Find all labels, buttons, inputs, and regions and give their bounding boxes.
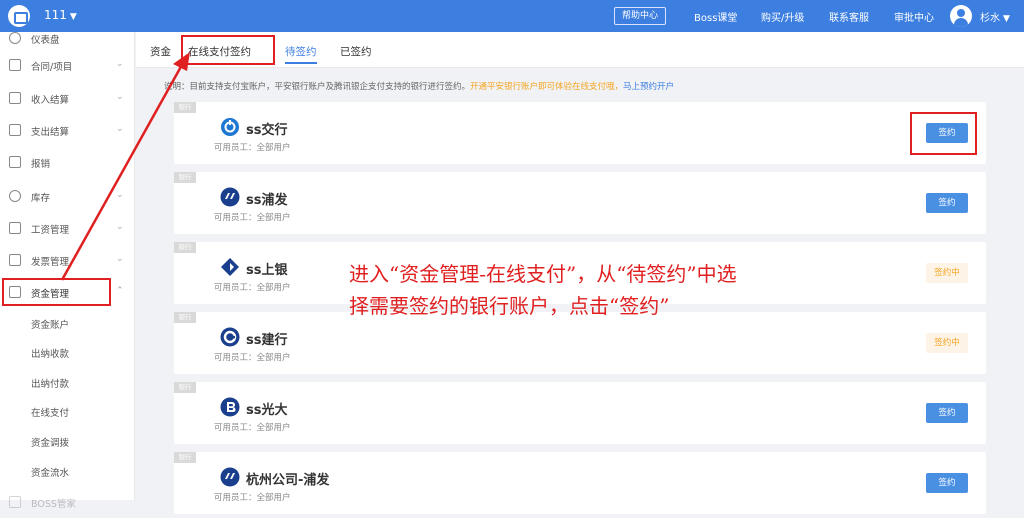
annotation-arrow	[60, 52, 190, 281]
annotation-text: 进入“资金管理-在线支付”，从“待签约”中选 择需要签约的银行账户，点击“签约”	[349, 262, 737, 318]
